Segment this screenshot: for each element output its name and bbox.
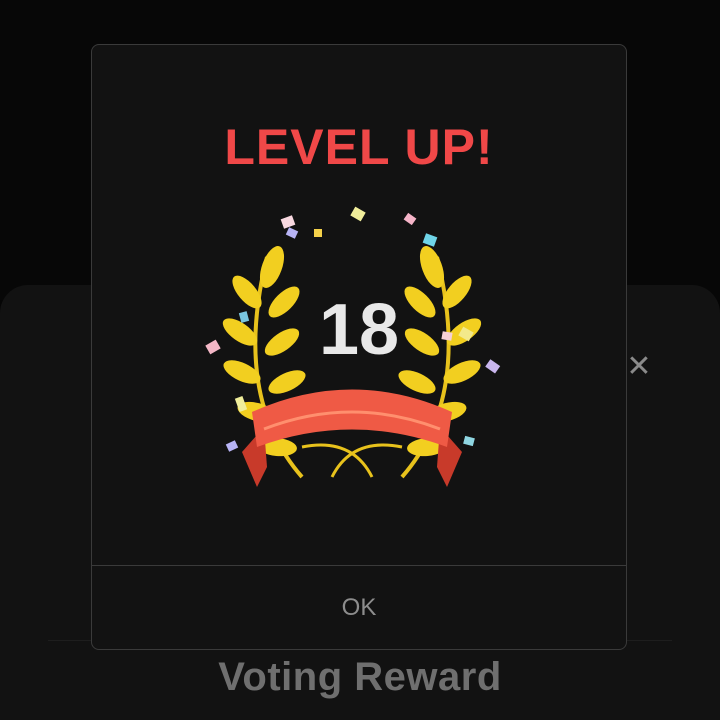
close-icon[interactable]: ✕ <box>624 352 654 382</box>
level-up-dialog: LEVEL UP! 18 OK <box>91 44 627 650</box>
ok-button[interactable]: OK <box>92 566 626 650</box>
background-title: Voting Reward <box>218 655 502 699</box>
dialog-title: LEVEL UP! <box>224 119 494 175</box>
level-number: 18 <box>318 290 400 370</box>
